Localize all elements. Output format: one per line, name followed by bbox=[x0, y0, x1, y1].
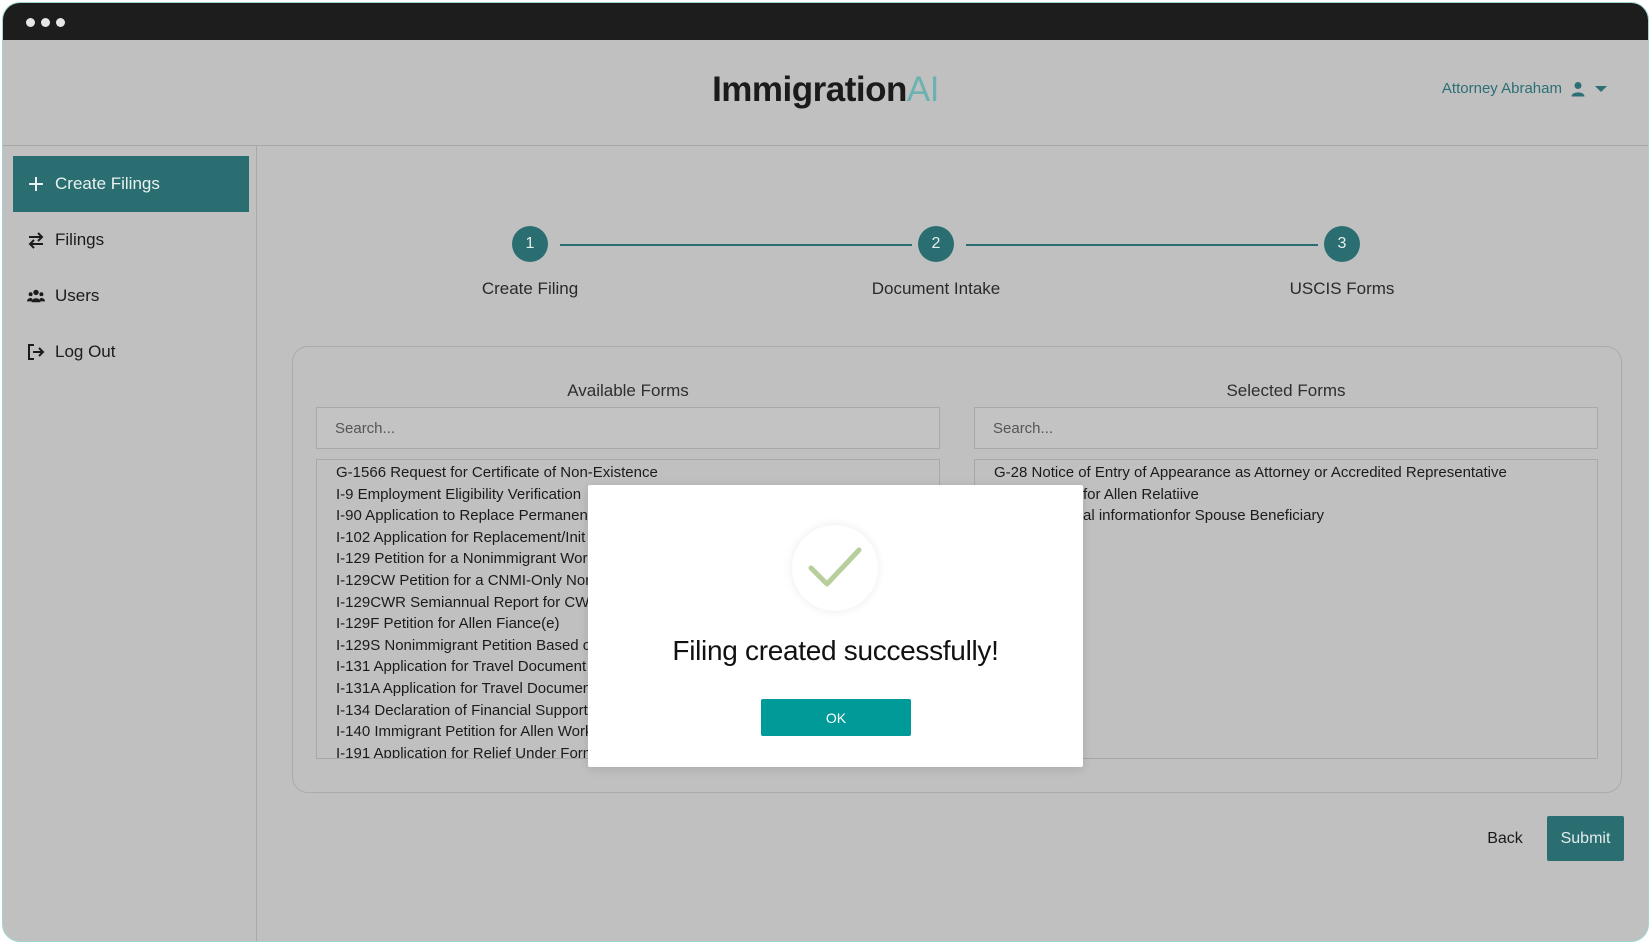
sidebar-item-log-out[interactable]: Log Out bbox=[13, 324, 249, 380]
user-menu[interactable]: Attorney Abraham bbox=[1442, 80, 1608, 97]
swap-arrows-icon bbox=[28, 232, 44, 249]
step-connector bbox=[560, 244, 912, 246]
step-1-label: Create Filing bbox=[481, 279, 579, 298]
brand-name: Immigration bbox=[712, 70, 907, 109]
available-forms-title: Available Forms bbox=[567, 381, 689, 400]
selected-forms-search-input[interactable] bbox=[974, 407, 1598, 449]
sidebar-item-label: Filings bbox=[55, 230, 105, 249]
filing-stepper: 1 2 3 Create Filing Document Intake USCI… bbox=[256, 146, 1648, 316]
window-dot-icon bbox=[56, 18, 65, 27]
step-3-label: USCIS Forms bbox=[1289, 279, 1395, 298]
caret-down-icon bbox=[1595, 85, 1607, 92]
logout-icon bbox=[28, 344, 45, 360]
list-item[interactable]: G-28 Notice of Entry of Appearance as At… bbox=[975, 462, 1597, 484]
step-2-label: Document Intake bbox=[871, 279, 1001, 298]
sidebar-item-label: Create Filings bbox=[55, 174, 160, 193]
brand-logo[interactable]: ImmigrationAI bbox=[3, 70, 1648, 110]
step-2-circle: 2 bbox=[918, 226, 954, 262]
sidebar-item-users[interactable]: Users bbox=[13, 268, 249, 324]
app-header: ImmigrationAI Attorney Abraham bbox=[3, 40, 1648, 146]
window-dot-icon bbox=[41, 18, 50, 27]
step-3-circle: 3 bbox=[1324, 226, 1360, 262]
back-button[interactable]: Back bbox=[1475, 818, 1535, 860]
sidebar-item-create-filings[interactable]: Create Filings bbox=[13, 156, 249, 212]
user-icon bbox=[1571, 81, 1585, 96]
selected-forms-title: Selected Forms bbox=[1226, 381, 1346, 400]
submit-button[interactable]: Submit bbox=[1547, 816, 1624, 861]
sidebar-item-label: Log Out bbox=[55, 342, 116, 361]
success-dialog: Filing created successfully! OK bbox=[588, 485, 1083, 767]
success-message: Filing created successfully! bbox=[672, 635, 999, 666]
brand-suffix: AI bbox=[906, 70, 940, 109]
plus-icon bbox=[29, 177, 43, 191]
window-dot-icon bbox=[26, 18, 35, 27]
app-window: ImmigrationAI Attorney Abraham Create Fi… bbox=[2, 2, 1649, 942]
sidebar: Create Filings Filings Users Log Out bbox=[3, 146, 257, 941]
step-1-circle: 1 bbox=[512, 226, 548, 262]
user-name: Attorney Abraham bbox=[1441, 80, 1562, 97]
users-icon bbox=[27, 289, 45, 303]
available-forms-search-input[interactable] bbox=[316, 407, 940, 449]
list-item[interactable]: G-1566 Request for Certificate of Non-Ex… bbox=[317, 462, 939, 484]
title-bar bbox=[3, 3, 1648, 40]
sidebar-item-label: Users bbox=[55, 286, 100, 305]
checkmark-icon bbox=[808, 547, 862, 587]
step-connector bbox=[966, 244, 1318, 246]
ok-button[interactable]: OK bbox=[761, 699, 911, 736]
success-badge bbox=[792, 525, 878, 611]
sidebar-item-filings[interactable]: Filings bbox=[13, 212, 249, 268]
